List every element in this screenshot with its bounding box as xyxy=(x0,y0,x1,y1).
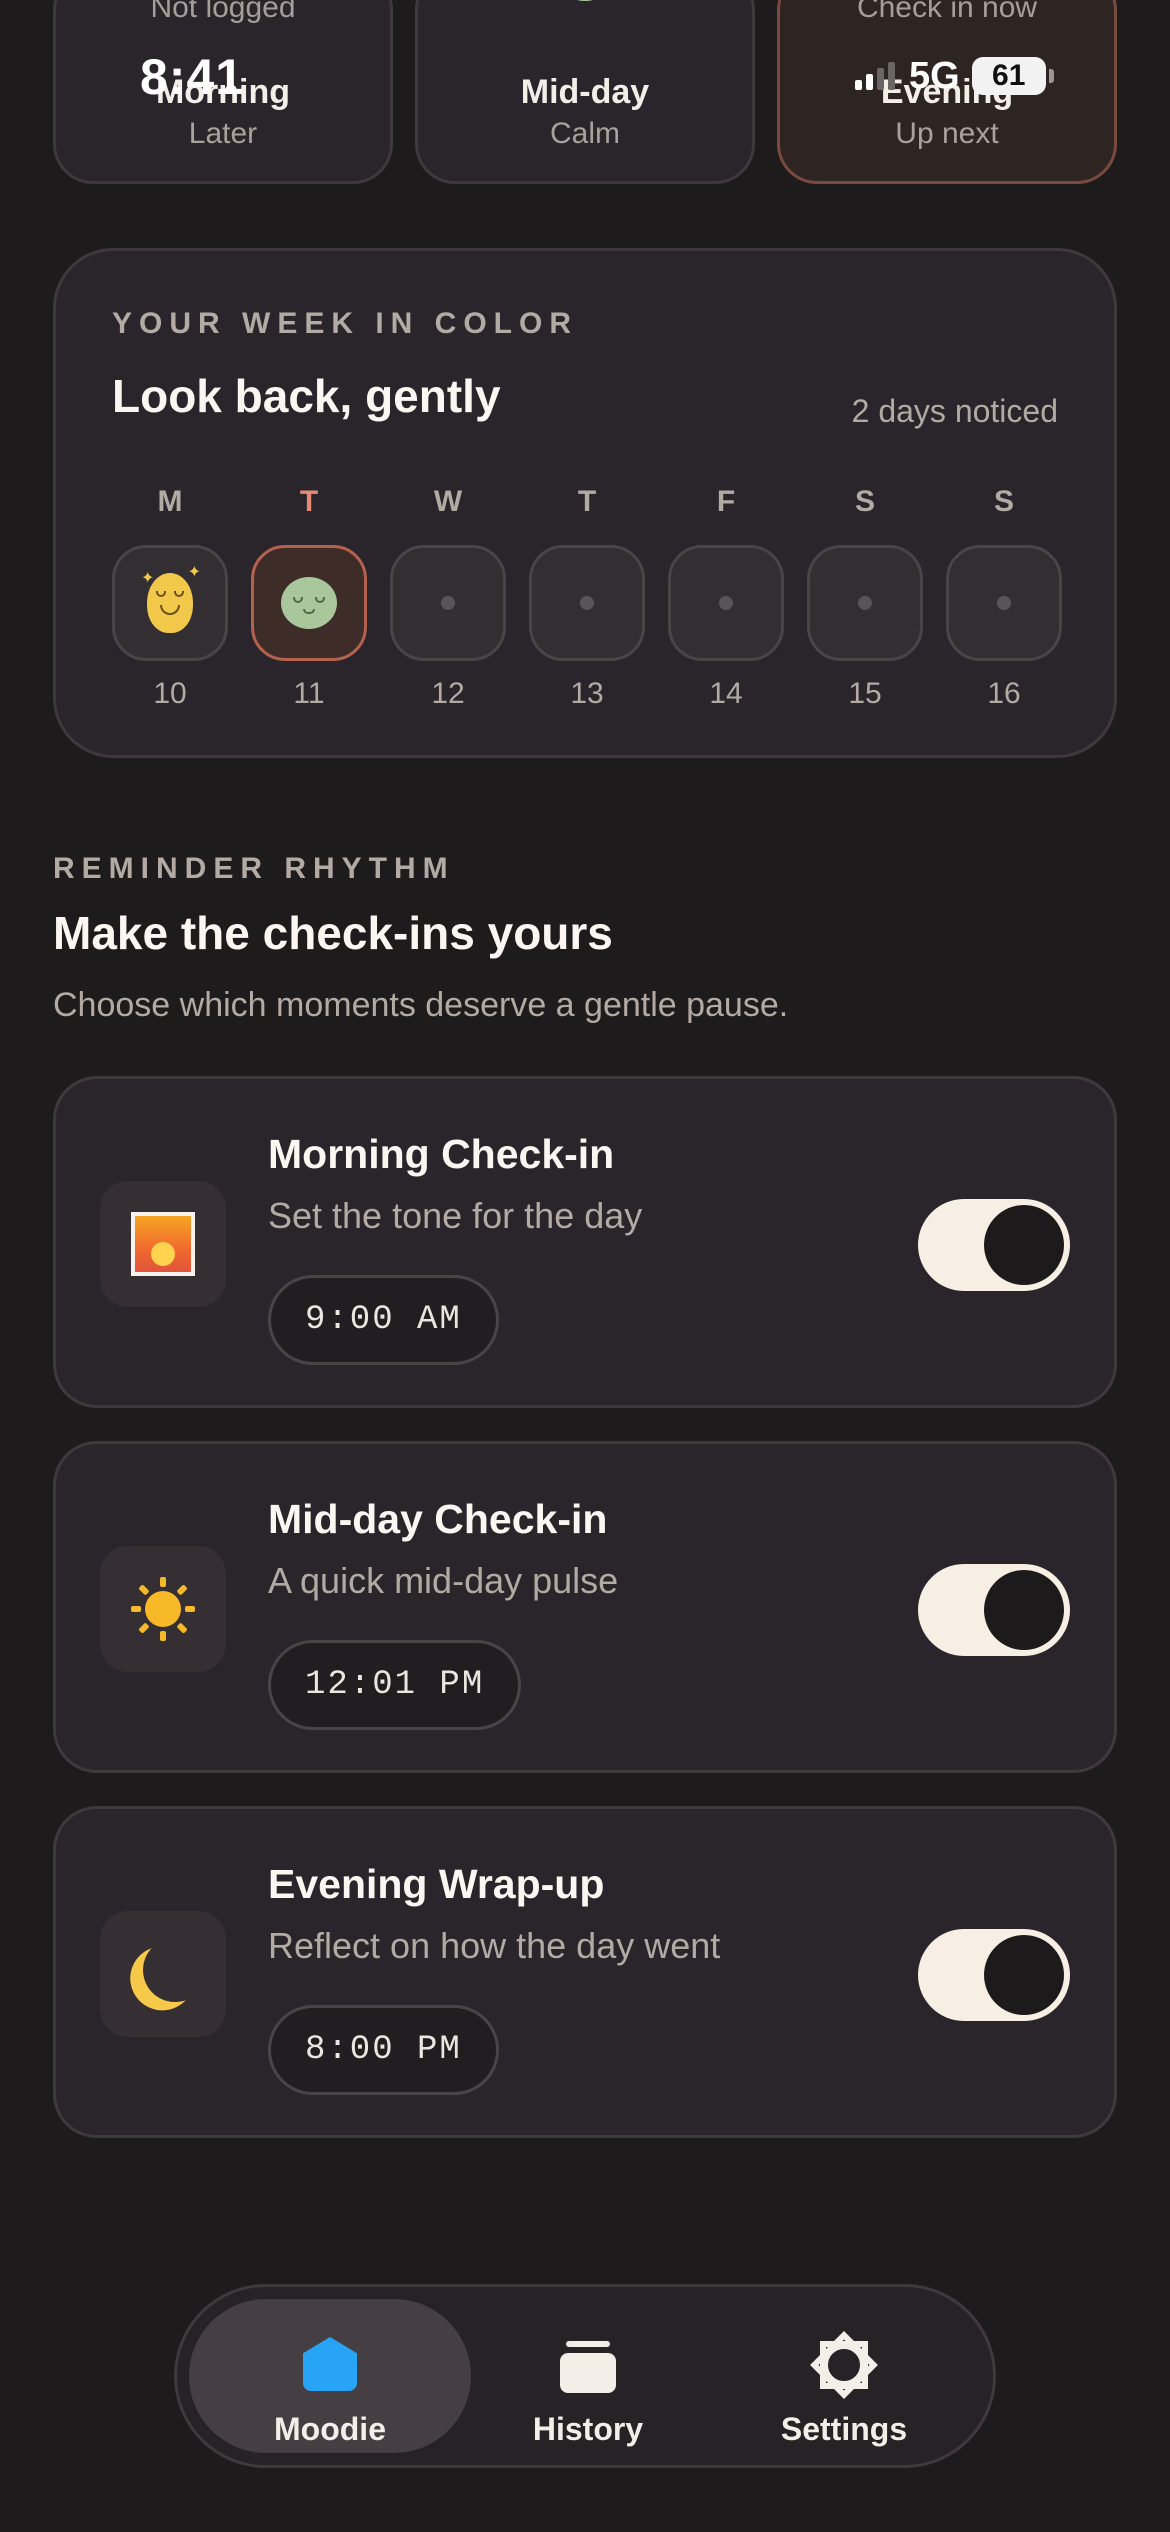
week-title: Look back, gently xyxy=(112,370,501,422)
reminder-subtitle: Set the tone for the day xyxy=(268,1195,643,1236)
days-noticed-count: 2 days noticed xyxy=(851,393,1058,429)
toggle-knob xyxy=(984,1205,1064,1285)
network-label: 5G xyxy=(909,54,960,97)
battery-icon: 61 xyxy=(971,57,1046,95)
tab-settings[interactable]: Settings xyxy=(703,2299,985,2453)
day-cell[interactable]: ✦ ✦ xyxy=(112,545,228,661)
icon-tile xyxy=(100,1546,226,1672)
day-cell[interactable] xyxy=(807,545,923,661)
day-letter: T xyxy=(577,485,597,518)
reminder-description: Choose which moments deserve a gentle pa… xyxy=(53,986,789,1024)
day-letter: M xyxy=(157,485,183,518)
empty-dot-icon xyxy=(997,596,1011,610)
day-number: 12 xyxy=(431,677,465,710)
time-picker-button[interactable]: 12:01 PM xyxy=(268,1640,522,1730)
day-column[interactable]: F 14 xyxy=(668,485,784,711)
reminder-title: Make the check-ins yours xyxy=(53,907,613,959)
empty-dot-icon xyxy=(858,596,872,610)
day-number: 13 xyxy=(570,677,604,710)
tab-label: Moodie xyxy=(274,2411,386,2447)
history-icon xyxy=(560,2339,616,2395)
icon-tile xyxy=(100,1911,226,2037)
empty-dot-icon xyxy=(580,596,594,610)
status-time: 8:41 xyxy=(140,49,245,105)
empty-dot-icon xyxy=(719,596,733,610)
slot-sub: Calm xyxy=(549,117,620,150)
reminder-name: Mid-day Check-in xyxy=(268,1496,608,1542)
empty-dot-icon xyxy=(441,596,455,610)
time-picker-button[interactable]: 8:00 PM xyxy=(268,2005,499,2095)
reminder-subtitle: A quick mid-day pulse xyxy=(268,1560,619,1601)
reminder-toggle[interactable] xyxy=(918,1199,1070,1291)
reminder-card-evening: Evening Wrap-up Reflect on how the day w… xyxy=(53,1806,1117,2138)
day-cell[interactable] xyxy=(251,545,367,661)
toggle-knob xyxy=(984,1570,1064,1650)
calm-mood-icon xyxy=(281,577,337,629)
slot-status: Not logged xyxy=(150,0,296,24)
slot-card-midday[interactable]: Mid-day Calm xyxy=(415,0,755,184)
tab-history[interactable]: History xyxy=(447,2299,729,2453)
day-letter: S xyxy=(993,485,1014,518)
reminder-toggle[interactable] xyxy=(918,1929,1070,2021)
day-number: 15 xyxy=(848,677,882,710)
day-column[interactable]: S 16 xyxy=(946,485,1062,711)
moon-icon xyxy=(138,1933,212,2007)
status-indicators: 5G 61 xyxy=(855,54,1054,97)
reminder-card-midday: Mid-day Check-in A quick mid-day pulse 1… xyxy=(53,1441,1117,1773)
reminder-name: Morning Check-in xyxy=(268,1131,615,1177)
day-number: 10 xyxy=(153,677,187,710)
day-letter: S xyxy=(854,485,875,518)
tab-bar: Moodie History Settings xyxy=(174,2284,996,2468)
day-cell[interactable] xyxy=(390,545,506,661)
tab-label: History xyxy=(532,2411,644,2447)
day-cell[interactable] xyxy=(668,545,784,661)
signal-icon xyxy=(855,62,895,90)
day-column[interactable]: S 15 xyxy=(807,485,923,711)
sparkle-icon: ✦ xyxy=(141,570,155,587)
reminder-subtitle: Reflect on how the day went xyxy=(268,1925,721,1966)
tab-label: Settings xyxy=(780,2411,908,2447)
day-column[interactable]: M ✦ ✦ 10 xyxy=(112,485,228,711)
battery-tip xyxy=(1048,69,1054,83)
day-column[interactable]: T 13 xyxy=(529,485,645,711)
sunrise-icon xyxy=(131,1212,195,1276)
day-number: 16 xyxy=(987,677,1021,710)
day-column[interactable]: W 12 xyxy=(390,485,506,711)
sun-icon xyxy=(131,1577,195,1641)
day-number: 11 xyxy=(293,677,325,710)
day-cell[interactable] xyxy=(529,545,645,661)
day-letter: W xyxy=(433,485,463,518)
day-number: 14 xyxy=(709,677,743,710)
slot-sub: Up next xyxy=(895,117,999,150)
sparkle-icon: ✦ xyxy=(187,564,201,581)
week-eyebrow: YOUR WEEK IN COLOR xyxy=(112,307,579,340)
reminder-name: Evening Wrap-up xyxy=(268,1861,605,1907)
slot-name: Mid-day xyxy=(520,73,650,111)
slot-status: Check in now xyxy=(856,0,1038,24)
day-letter: T xyxy=(299,485,319,518)
icon-tile xyxy=(100,1181,226,1307)
time-picker-button[interactable]: 9:00 AM xyxy=(268,1275,499,1365)
week-card: YOUR WEEK IN COLOR Look back, gently 2 d… xyxy=(53,248,1117,758)
reminder-eyebrow: REMINDER RHYTHM xyxy=(53,852,455,885)
calm-mood-icon xyxy=(551,0,619,1)
tab-moodie[interactable]: Moodie xyxy=(189,2299,471,2453)
reminder-toggle[interactable] xyxy=(918,1564,1070,1656)
day-letter: F xyxy=(716,485,736,518)
home-icon xyxy=(303,2337,357,2391)
toggle-knob xyxy=(984,1935,1064,2015)
day-cell[interactable] xyxy=(946,545,1062,661)
slot-sub: Later xyxy=(188,117,258,150)
reminder-card-morning: Morning Check-in Set the tone for the da… xyxy=(53,1076,1117,1408)
gear-icon xyxy=(810,2331,878,2399)
day-column-today[interactable]: T 11 xyxy=(251,485,367,711)
